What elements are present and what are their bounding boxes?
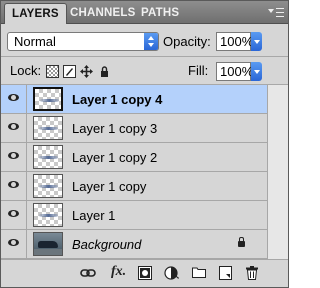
layer-row[interactable]: Layer 1 copy 4 <box>1 85 267 114</box>
layer-style-icon[interactable]: fx. <box>111 264 126 279</box>
tab-layers[interactable]: LAYERS <box>4 3 67 24</box>
lock-icon <box>238 237 245 247</box>
layer-name: Layer 1 copy <box>72 179 147 194</box>
layer-thumbnail <box>33 174 63 198</box>
layer-name: Layer 1 copy 2 <box>72 150 158 165</box>
layer-name: Layer 1 copy 3 <box>72 121 158 136</box>
tab-paths[interactable]: PATHS <box>134 3 186 23</box>
layer-name: Layer 1 copy 4 <box>72 92 163 107</box>
layer-row[interactable]: Layer 1 copy <box>1 172 267 201</box>
lock-label: Lock: <box>10 63 42 78</box>
visibility-toggle[interactable] <box>1 143 27 171</box>
add-mask-icon[interactable] <box>138 266 152 280</box>
layer-name: Layer 1 <box>72 208 116 223</box>
new-layer-icon[interactable] <box>219 266 232 280</box>
layer-row[interactable]: Layer 1 copy 3 <box>1 114 267 143</box>
lock-all-icon[interactable] <box>98 65 111 78</box>
divider <box>1 56 288 57</box>
layer-thumbnail <box>33 87 63 111</box>
layer-name: Background <box>72 237 142 252</box>
new-group-icon[interactable] <box>192 266 206 280</box>
eye-icon <box>8 239 19 246</box>
opacity-field[interactable]: 100% <box>216 32 253 51</box>
chevron-updown-icon <box>144 33 158 50</box>
visibility-toggle[interactable] <box>1 172 27 200</box>
layers-list: Layer 1 copy 4 Layer 1 copy 3 Layer 1 co… <box>1 85 267 259</box>
layer-row[interactable]: Layer 1 <box>1 201 267 230</box>
blend-mode-select[interactable]: Normal <box>7 32 159 51</box>
lock-transparency-icon[interactable] <box>46 65 59 78</box>
panel-tab-bar: LAYERS CHANNELS PATHS <box>1 1 288 24</box>
eye-icon <box>8 94 19 101</box>
visibility-toggle[interactable] <box>1 114 27 142</box>
layer-thumbnail <box>33 116 63 140</box>
layer-row[interactable]: Background <box>1 230 267 259</box>
layers-bottom-toolbar: fx. <box>1 259 288 287</box>
layer-thumbnail <box>33 203 63 227</box>
visibility-toggle[interactable] <box>1 201 27 229</box>
layer-row[interactable]: Layer 1 copy 2 <box>1 143 267 172</box>
visibility-toggle[interactable] <box>1 85 27 113</box>
eye-icon <box>8 181 19 188</box>
delete-layer-icon[interactable] <box>246 266 258 280</box>
fill-dropdown-button[interactable] <box>251 62 262 81</box>
eye-icon <box>8 210 19 217</box>
lock-position-icon[interactable] <box>80 65 93 78</box>
layer-thumbnail <box>33 232 63 256</box>
layers-scrollbar[interactable] <box>267 85 288 259</box>
layer-thumbnail <box>33 145 63 169</box>
blend-mode-value: Normal <box>14 34 56 49</box>
fill-field[interactable]: 100% <box>216 62 253 81</box>
fill-label: Fill: <box>188 63 209 78</box>
tab-channels[interactable]: CHANNELS <box>63 3 143 23</box>
adjustment-layer-icon[interactable] <box>164 266 180 280</box>
visibility-toggle[interactable] <box>1 230 27 258</box>
panel-menu-icon[interactable] <box>268 4 284 19</box>
opacity-dropdown-button[interactable] <box>251 32 262 51</box>
link-layers-icon[interactable] <box>80 267 96 281</box>
layers-panel: LAYERS CHANNELS PATHS Normal Opacity: 10… <box>0 0 289 288</box>
opacity-label: Opacity: <box>163 34 211 49</box>
eye-icon <box>8 152 19 159</box>
lock-image-pixels-icon[interactable] <box>63 65 76 78</box>
eye-icon <box>8 123 19 130</box>
